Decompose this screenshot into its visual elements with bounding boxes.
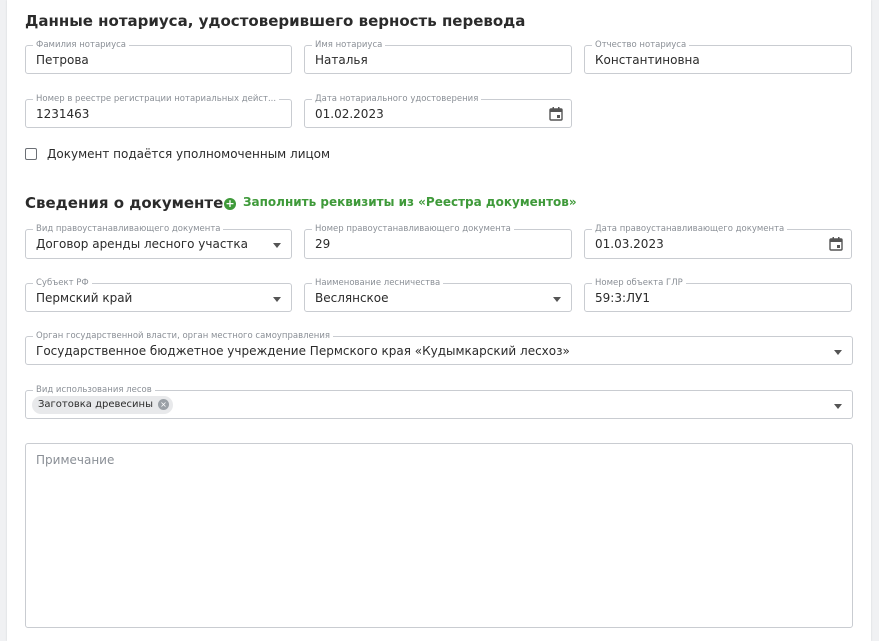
forestry-select[interactable]: Наименование лесничества Веслянское [304,277,572,312]
calendar-icon[interactable] [548,106,564,122]
doc-date-label: Дата правоустанавливающего документа [592,223,788,235]
authority-value: Государственное бюджетное учреждение Пер… [36,344,570,358]
notary-section-title: Данные нотариуса, удостоверившего вернос… [25,12,526,30]
chevron-down-icon [834,350,842,355]
plus-circle-icon: + [224,197,236,210]
doc-type-value: Договор аренды лесного участка [36,237,249,251]
notary-last-name-value: Петрова [36,53,89,67]
doc-date-value: 01.03.2023 [595,237,664,251]
document-section-title: Сведения о документе [25,194,224,212]
registry-number-value: 1231463 [36,107,90,121]
notary-first-name-field[interactable]: Имя нотариуса Наталья [304,39,572,74]
form-card: Данные нотариуса, удостоверившего вернос… [7,0,871,641]
forest-use-label: Вид использования лесов [33,384,155,396]
authority-select[interactable]: Орган государственной власти, орган мест… [25,330,853,365]
notary-patronymic-value: Константиновна [595,53,700,67]
glr-object-label: Номер объекта ГЛР [592,277,686,289]
doc-type-label: Вид правоустанавливающего документа [33,223,224,235]
registry-number-field[interactable]: Номер в реестре регистрации нотариальных… [25,93,292,128]
certification-date-field[interactable]: Дата нотариального удостоверения 01.02.2… [304,93,572,128]
chevron-down-icon [273,243,281,248]
chevron-down-icon [834,404,842,409]
notary-last-name-field[interactable]: Фамилия нотариуса Петрова [25,39,292,74]
notary-last-name-label: Фамилия нотариуса [33,39,129,51]
doc-number-field[interactable]: Номер правоустанавливающего документа 29 [304,223,572,259]
notary-patronymic-field[interactable]: Отчество нотариуса Константиновна [584,39,852,74]
authorized-person-label: Документ подаётся уполномоченным лицом [47,147,331,161]
doc-number-label: Номер правоустанавливающего документа [312,223,514,235]
doc-number-value: 29 [315,237,331,251]
region-label: Субъект РФ [33,277,92,289]
calendar-icon[interactable] [828,236,844,252]
chevron-down-icon [553,297,561,302]
doc-type-select[interactable]: Вид правоустанавливающего документа Дого… [25,223,292,259]
forestry-label: Наименование лесничества [312,277,444,289]
notary-first-name-value: Наталья [315,53,368,67]
forest-use-multiselect[interactable]: Вид использования лесов Заготовка древес… [25,384,853,419]
forest-use-chip: Заготовка древесины × [32,396,173,414]
chevron-down-icon [273,297,281,302]
certification-date-value: 01.02.2023 [315,107,384,121]
notary-first-name-label: Имя нотариуса [312,39,386,51]
region-select[interactable]: Субъект РФ Пермский край [25,277,292,312]
fill-from-registry-link[interactable]: + Заполнить реквизиты из «Реестра докумен… [224,195,577,210]
glr-object-field[interactable]: Номер объекта ГЛР 59:3:ЛУ1 [584,277,852,312]
registry-number-label: Номер в реестре регистрации нотариальных… [33,93,280,105]
certification-date-label: Дата нотариального удостоверения [312,93,482,105]
close-icon[interactable]: × [158,399,169,410]
forest-use-chip-label: Заготовка древесины [38,399,153,410]
note-placeholder: Примечание [36,453,115,467]
fill-from-registry-label: Заполнить реквизиты из «Реестра документ… [243,195,577,209]
glr-object-value: 59:3:ЛУ1 [595,291,650,305]
forestry-value: Веслянское [315,291,389,305]
authorized-person-checkbox[interactable] [25,148,37,160]
doc-date-field[interactable]: Дата правоустанавливающего документа 01.… [584,223,852,259]
region-value: Пермский край [36,291,133,305]
authority-label: Орган государственной власти, орган мест… [33,330,333,342]
note-textarea[interactable]: Примечание [25,443,853,628]
notary-patronymic-label: Отчество нотариуса [592,39,690,51]
